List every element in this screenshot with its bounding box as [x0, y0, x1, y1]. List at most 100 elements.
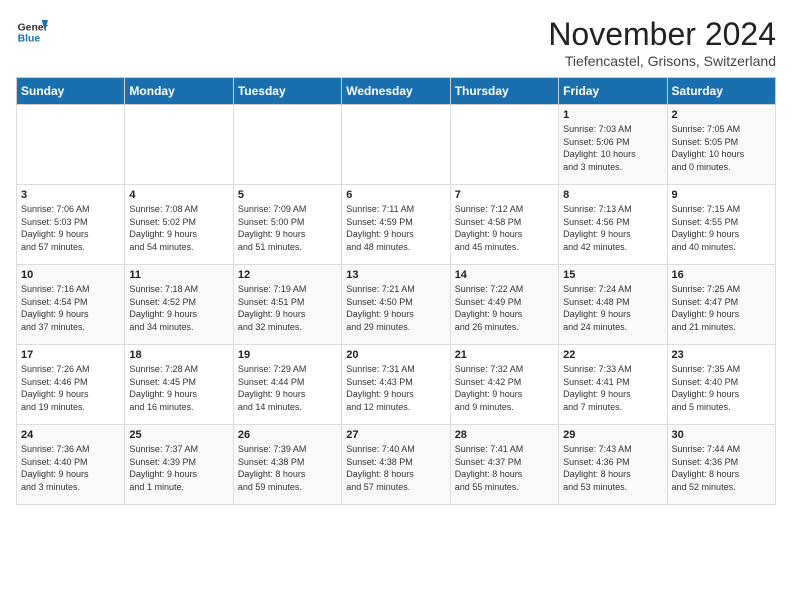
day-number: 2	[672, 109, 771, 121]
calendar-cell: 8Sunrise: 7:13 AM Sunset: 4:56 PM Daylig…	[559, 185, 667, 265]
day-info: Sunrise: 7:18 AM Sunset: 4:52 PM Dayligh…	[129, 283, 228, 333]
day-number: 13	[346, 269, 445, 281]
calendar-cell: 11 Sunrise: 7:18 AM Sunset: 4:52 PM Dayli…	[125, 265, 233, 345]
day-info: Sunrise: 7:33 AM Sunset: 4:41 PM Dayligh…	[563, 363, 662, 413]
day-number: 16	[672, 269, 771, 281]
calendar-cell: 19Sunrise: 7:29 AM Sunset: 4:44 PM Dayli…	[233, 345, 341, 425]
day-info: Sunrise: 7:41 AM Sunset: 4:37 PM Dayligh…	[455, 443, 554, 493]
day-number: 6	[346, 189, 445, 201]
day-info: Sunrise: 7:21 AM Sunset: 4:50 PM Dayligh…	[346, 283, 445, 333]
day-info: Sunrise: 7:40 AM Sunset: 4:38 PM Dayligh…	[346, 443, 445, 493]
calendar-cell: 14Sunrise: 7:22 AM Sunset: 4:49 PM Dayli…	[450, 265, 558, 345]
day-number: 29	[563, 429, 662, 441]
svg-text:Blue: Blue	[18, 34, 41, 45]
logo-icon: General Blue	[16, 16, 48, 48]
day-number: 9	[672, 189, 771, 201]
day-info: Sunrise: 7:32 AM Sunset: 4:42 PM Dayligh…	[455, 363, 554, 413]
day-number: 17	[21, 349, 120, 361]
calendar-cell: 30 Sunrise: 7:44 AM Sunset: 4:36 PM Dayli…	[667, 425, 775, 505]
calendar-cell: 6 Sunrise: 7:11 AM Sunset: 4:59 PM Daylig…	[342, 185, 450, 265]
day-number: 18	[129, 349, 228, 361]
day-header: Saturday	[667, 78, 775, 105]
day-info: Sunrise: 7:13 AM Sunset: 4:56 PM Dayligh…	[563, 203, 662, 253]
day-number: 28	[455, 429, 554, 441]
day-header: Sunday	[17, 78, 125, 105]
day-info: Sunrise: 7:39 AM Sunset: 4:38 PM Dayligh…	[238, 443, 337, 493]
day-header: Friday	[559, 78, 667, 105]
calendar-cell	[342, 105, 450, 185]
calendar-cell: 24 Sunrise: 7:36 AM Sunset: 4:40 PM Dayli…	[17, 425, 125, 505]
day-info: Sunrise: 7:09 AM Sunset: 5:00 PM Dayligh…	[238, 203, 337, 253]
logo: General Blue	[16, 16, 48, 48]
calendar-cell: 18 Sunrise: 7:28 AM Sunset: 4:45 PM Dayli…	[125, 345, 233, 425]
day-number: 27	[346, 429, 445, 441]
day-number: 21	[455, 349, 554, 361]
day-info: Sunrise: 7:37 AM Sunset: 4:39 PM Dayligh…	[129, 443, 228, 493]
day-info: Sunrise: 7:16 AM Sunset: 4:54 PM Dayligh…	[21, 283, 120, 333]
day-number: 24	[21, 429, 120, 441]
day-header: Wednesday	[342, 78, 450, 105]
day-info: Sunrise: 7:43 AM Sunset: 4:36 PM Dayligh…	[563, 443, 662, 493]
header: General Blue November 2024 Tiefencastel,…	[16, 16, 776, 69]
day-info: Sunrise: 7:22 AM Sunset: 4:49 PM Dayligh…	[455, 283, 554, 333]
calendar-cell: 22 Sunrise: 7:33 AM Sunset: 4:41 PM Dayli…	[559, 345, 667, 425]
calendar-cell: 12 Sunrise: 7:19 AM Sunset: 4:51 PM Dayli…	[233, 265, 341, 345]
day-number: 22	[563, 349, 662, 361]
calendar-cell: 25 Sunrise: 7:37 AM Sunset: 4:39 PM Dayli…	[125, 425, 233, 505]
day-number: 30	[672, 429, 771, 441]
day-header: Thursday	[450, 78, 558, 105]
calendar-cell: 15Sunrise: 7:24 AM Sunset: 4:48 PM Dayli…	[559, 265, 667, 345]
calendar-cell: 27 Sunrise: 7:40 AM Sunset: 4:38 PM Dayli…	[342, 425, 450, 505]
week-row: 17 Sunrise: 7:26 AM Sunset: 4:46 PM Dayli…	[17, 345, 776, 425]
week-row: 3 Sunrise: 7:06 AM Sunset: 5:03 PM Daylig…	[17, 185, 776, 265]
day-info: Sunrise: 7:35 AM Sunset: 4:40 PM Dayligh…	[672, 363, 771, 413]
day-info: Sunrise: 7:36 AM Sunset: 4:40 PM Dayligh…	[21, 443, 120, 493]
week-row: 24 Sunrise: 7:36 AM Sunset: 4:40 PM Dayli…	[17, 425, 776, 505]
day-number: 26	[238, 429, 337, 441]
calendar-cell	[233, 105, 341, 185]
calendar-cell: 5 Sunrise: 7:09 AM Sunset: 5:00 PM Daylig…	[233, 185, 341, 265]
day-number: 4	[129, 189, 228, 201]
day-info: Sunrise: 7:11 AM Sunset: 4:59 PM Dayligh…	[346, 203, 445, 253]
day-number: 25	[129, 429, 228, 441]
day-number: 12	[238, 269, 337, 281]
calendar-cell: 20 Sunrise: 7:31 AM Sunset: 4:43 PM Dayli…	[342, 345, 450, 425]
day-info: Sunrise: 7:24 AM Sunset: 4:48 PM Dayligh…	[563, 283, 662, 333]
calendar-cell: 17 Sunrise: 7:26 AM Sunset: 4:46 PM Dayli…	[17, 345, 125, 425]
calendar-cell: 26 Sunrise: 7:39 AM Sunset: 4:38 PM Dayli…	[233, 425, 341, 505]
day-number: 10	[21, 269, 120, 281]
day-info: Sunrise: 7:26 AM Sunset: 4:46 PM Dayligh…	[21, 363, 120, 413]
header-row: SundayMondayTuesdayWednesdayThursdayFrid…	[17, 78, 776, 105]
location-title: Tiefencastel, Grisons, Switzerland	[548, 53, 776, 69]
calendar-cell: 1Sunrise: 7:03 AM Sunset: 5:06 PM Daylig…	[559, 105, 667, 185]
day-info: Sunrise: 7:08 AM Sunset: 5:02 PM Dayligh…	[129, 203, 228, 253]
calendar-cell	[450, 105, 558, 185]
calendar-cell: 2Sunrise: 7:05 AM Sunset: 5:05 PM Daylig…	[667, 105, 775, 185]
calendar-cell: 10 Sunrise: 7:16 AM Sunset: 4:54 PM Dayli…	[17, 265, 125, 345]
day-info: Sunrise: 7:19 AM Sunset: 4:51 PM Dayligh…	[238, 283, 337, 333]
day-number: 5	[238, 189, 337, 201]
day-number: 20	[346, 349, 445, 361]
day-number: 3	[21, 189, 120, 201]
day-info: Sunrise: 7:31 AM Sunset: 4:43 PM Dayligh…	[346, 363, 445, 413]
calendar-cell: 4 Sunrise: 7:08 AM Sunset: 5:02 PM Daylig…	[125, 185, 233, 265]
day-number: 19	[238, 349, 337, 361]
day-info: Sunrise: 7:06 AM Sunset: 5:03 PM Dayligh…	[21, 203, 120, 253]
calendar-cell: 23 Sunrise: 7:35 AM Sunset: 4:40 PM Dayli…	[667, 345, 775, 425]
week-row: 1Sunrise: 7:03 AM Sunset: 5:06 PM Daylig…	[17, 105, 776, 185]
calendar-cell: 16Sunrise: 7:25 AM Sunset: 4:47 PM Dayli…	[667, 265, 775, 345]
calendar-cell: 21 Sunrise: 7:32 AM Sunset: 4:42 PM Dayli…	[450, 345, 558, 425]
calendar-cell: 7Sunrise: 7:12 AM Sunset: 4:58 PM Daylig…	[450, 185, 558, 265]
day-info: Sunrise: 7:44 AM Sunset: 4:36 PM Dayligh…	[672, 443, 771, 493]
day-number: 1	[563, 109, 662, 121]
calendar-cell: 13 Sunrise: 7:21 AM Sunset: 4:50 PM Dayli…	[342, 265, 450, 345]
title-area: November 2024 Tiefencastel, Grisons, Swi…	[548, 16, 776, 69]
calendar-cell: 29 Sunrise: 7:43 AM Sunset: 4:36 PM Dayli…	[559, 425, 667, 505]
month-title: November 2024	[548, 16, 776, 53]
day-number: 11	[129, 269, 228, 281]
day-info: Sunrise: 7:15 AM Sunset: 4:55 PM Dayligh…	[672, 203, 771, 253]
day-info: Sunrise: 7:28 AM Sunset: 4:45 PM Dayligh…	[129, 363, 228, 413]
calendar-table: SundayMondayTuesdayWednesdayThursdayFrid…	[16, 77, 776, 505]
day-number: 23	[672, 349, 771, 361]
calendar-cell: 28 Sunrise: 7:41 AM Sunset: 4:37 PM Dayli…	[450, 425, 558, 505]
